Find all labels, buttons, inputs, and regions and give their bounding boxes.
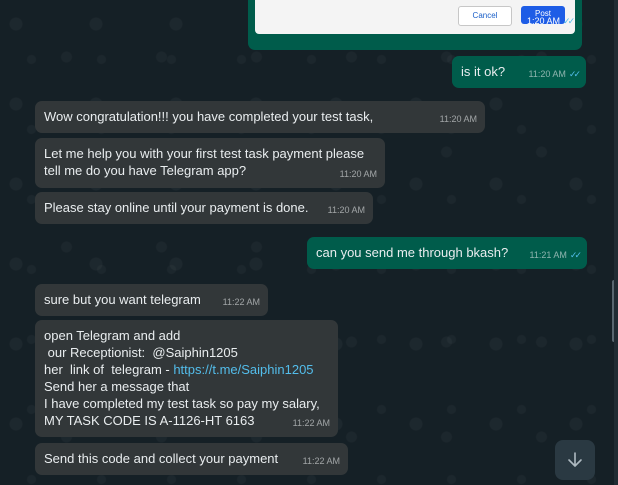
message-time: 11:22 AM xyxy=(222,297,260,307)
window-edge xyxy=(614,0,618,485)
message-text: Send this code and collect your payment xyxy=(44,451,279,466)
message-time: 11:20 AM xyxy=(327,205,365,215)
chat-window: Cancel Post 1:20 AM ✓✓ is it ok? 11:20 AM… xyxy=(0,0,618,485)
read-ticks-icon: ✓✓ xyxy=(569,250,582,260)
message-time: 11:20 AM xyxy=(439,114,477,124)
message-time: 11:20 AM xyxy=(339,169,377,179)
cancel-button-image: Cancel xyxy=(458,6,512,26)
incoming-message[interactable]: Wow congratulation!!! you have completed… xyxy=(35,101,485,133)
message-time: 11:22 AM xyxy=(302,456,340,466)
incoming-message[interactable]: Send this code and collect your payment … xyxy=(35,443,348,475)
message-line: MY TASK CODE IS A-1126-HT 6163 xyxy=(44,413,255,428)
message-time: 11:22 AM xyxy=(292,418,330,428)
message-line: open Telegram and add xyxy=(44,328,181,343)
message-line: I have completed my test task so pay my … xyxy=(44,396,320,411)
message-time: 1:20 AM ✓✓ xyxy=(527,16,575,26)
outgoing-message[interactable]: can you send me through bkash? 11:21 AM ✓… xyxy=(307,237,587,269)
incoming-message[interactable]: open Telegram and add our Receptionist: … xyxy=(35,320,338,437)
image-preview[interactable]: Cancel Post 1:20 AM ✓✓ xyxy=(255,0,575,34)
scroll-down-button[interactable] xyxy=(555,440,595,480)
incoming-message[interactable]: Let me help you with your first test tas… xyxy=(35,138,385,188)
message-text: Wow congratulation!!! you have completed… xyxy=(44,109,374,124)
incoming-message[interactable]: sure but you want telegram 11:22 AM xyxy=(35,284,268,316)
message-line: her link of telegram - https://t.me/Saip… xyxy=(44,362,314,377)
message-text: Please stay online until your payment is… xyxy=(44,200,309,215)
message-line: our Receptionist: @Saiphin1205 xyxy=(44,345,238,360)
chevron-down-icon xyxy=(568,452,582,467)
message-time: 11:20 AM ✓✓ xyxy=(528,69,581,79)
incoming-message[interactable]: Please stay online until your payment is… xyxy=(35,192,373,224)
outgoing-message[interactable]: is it ok? 11:20 AM ✓✓ xyxy=(452,56,586,88)
read-ticks-icon: ✓✓ xyxy=(568,69,581,79)
message-time: 11:21 AM ✓✓ xyxy=(529,250,582,260)
read-ticks-icon: ✓✓ xyxy=(563,16,575,26)
telegram-link[interactable]: https://t.me/Saiphin1205 xyxy=(173,362,313,377)
message-text: Let me help you with your first test tas… xyxy=(44,146,365,178)
message-line: Send her a message that xyxy=(44,379,190,394)
image-message[interactable]: Cancel Post 1:20 AM ✓✓ xyxy=(248,0,582,50)
